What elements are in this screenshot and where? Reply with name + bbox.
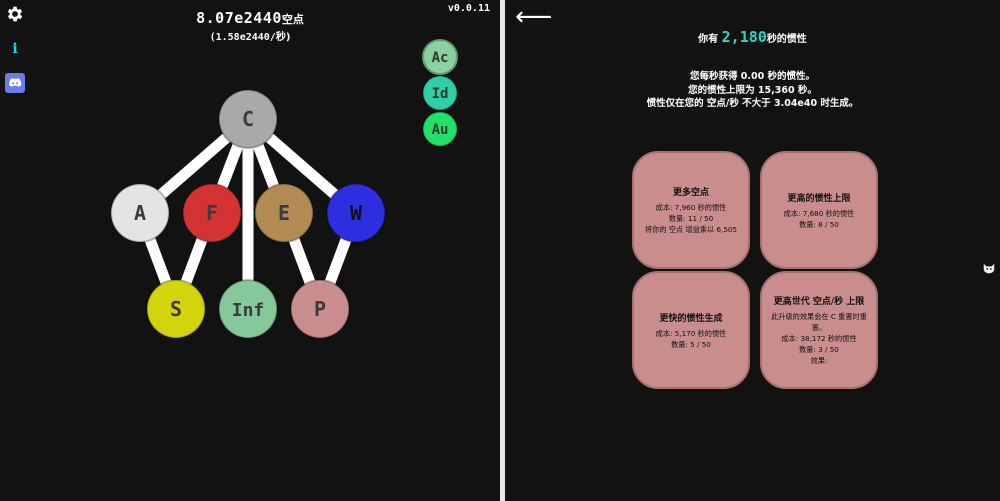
side-node-ac[interactable]: Ac — [422, 39, 458, 75]
tree-graph: C A F E W S Inf P Ac Id Au — [110, 39, 458, 339]
upgrade-count: 数量: 11 / 50 — [668, 214, 714, 223]
right-panel: ⟵ 你有 2,180秒的惯性 您每秒获得 0.00 秒的惯性。 您的惯性上限为 … — [505, 0, 1000, 501]
left-panel: 8.07e2440空点 (1.58e2440/秒) v0.0.11 i CAFE… — [0, 0, 500, 501]
upgrade-title: 更多空点 — [672, 188, 709, 198]
tree-node-inf[interactable]: Inf — [218, 279, 278, 339]
upgrade-gen-cap[interactable]: 更高世代 空点/秒 上限 此升级的效果会在 C 重置时重置。 成本: 38,17… — [760, 271, 878, 389]
inertia-prefix: 你有 — [698, 34, 719, 45]
tree-node-p[interactable]: P — [290, 279, 350, 339]
upgrade-cost: 成本: 5,170 秒的惯性 — [655, 328, 727, 338]
side-node-label: Id — [432, 86, 449, 102]
inertia-cap-line: 您的惯性上限为 15,360 秒。 — [688, 84, 817, 96]
tree-node-s[interactable]: S — [146, 279, 206, 339]
inertia-amount: 2,180 — [721, 28, 767, 46]
tree-node-c[interactable]: C — [218, 89, 278, 149]
side-node-id[interactable]: Id — [422, 75, 458, 111]
inertia-suffix: 秒的惯性 — [766, 34, 807, 45]
tree-node-label: W — [350, 201, 363, 225]
upgrade-cost: 成本: 7,680 秒的惯性 — [783, 208, 855, 218]
tree-node-f[interactable]: F — [182, 183, 242, 243]
upgrade-cost: 成本: 38,172 秒的惯性 — [781, 334, 857, 343]
upgrade-count: 数量: 8 / 50 — [799, 219, 839, 229]
tree-node-label: A — [134, 201, 146, 225]
inertia-info: 您每秒获得 0.00 秒的惯性。 您的惯性上限为 15,360 秒。 惯性仅在您… — [505, 70, 1000, 111]
tree-node-e[interactable]: E — [254, 183, 314, 243]
side-node-au[interactable]: Au — [422, 111, 458, 147]
upgrade-title: 更高的惯性上限 — [787, 193, 851, 204]
upgrade-note: 此升级的效果会在 C 重置时重置。 — [771, 312, 867, 332]
upgrade-count: 数量: 5 / 50 — [671, 339, 711, 349]
side-nodes: Ac Id Au — [422, 39, 458, 147]
tree-node-label: F — [206, 201, 218, 225]
github-cat-icon[interactable] — [982, 262, 996, 276]
upgrade-effect: 效果: — [810, 356, 828, 365]
tree-node-label: Inf — [232, 300, 265, 321]
tree-node-a[interactable]: A — [110, 183, 170, 243]
back-arrow-icon[interactable]: ⟵ — [515, 4, 552, 30]
upgrade-faster-gen[interactable]: 更快的惯性生成 成本: 5,170 秒的惯性 数量: 5 / 50 — [632, 271, 750, 389]
tree-node-label: S — [170, 297, 182, 321]
upgrade-more-points[interactable]: 更多空点 成本: 7,960 秒的惯性 数量: 11 / 50 将你的 空点 增… — [632, 151, 750, 269]
inertia-gain-line: 您每秒获得 0.00 秒的惯性。 — [689, 71, 816, 82]
tree-node-label: P — [314, 297, 326, 321]
inertia-summary: 你有 2,180秒的惯性 — [505, 28, 1000, 46]
upgrade-count: 数量: 3 / 50 — [799, 345, 839, 354]
tree-node-label: E — [278, 201, 290, 225]
upgrade-effect: 将你的 空点 增益乘以 6,505 — [644, 225, 738, 234]
side-node-label: Ac — [432, 50, 449, 66]
tree-node-label: C — [242, 107, 254, 131]
upgrade-higher-cap[interactable]: 更高的惯性上限 成本: 7,680 秒的惯性 数量: 8 / 50 — [760, 151, 878, 269]
upgrade-cost: 成本: 7,960 秒的惯性 — [655, 203, 727, 212]
tree-node-w[interactable]: W — [326, 183, 386, 243]
inertia-condition-line: 惯性仅在您的 空点/秒 不大于 3.04e40 时生成。 — [646, 98, 859, 109]
side-node-label: Au — [432, 122, 449, 138]
upgrade-title: 更高世代 空点/秒 上限 — [773, 297, 865, 307]
upgrade-title: 更快的惯性生成 — [659, 313, 723, 324]
